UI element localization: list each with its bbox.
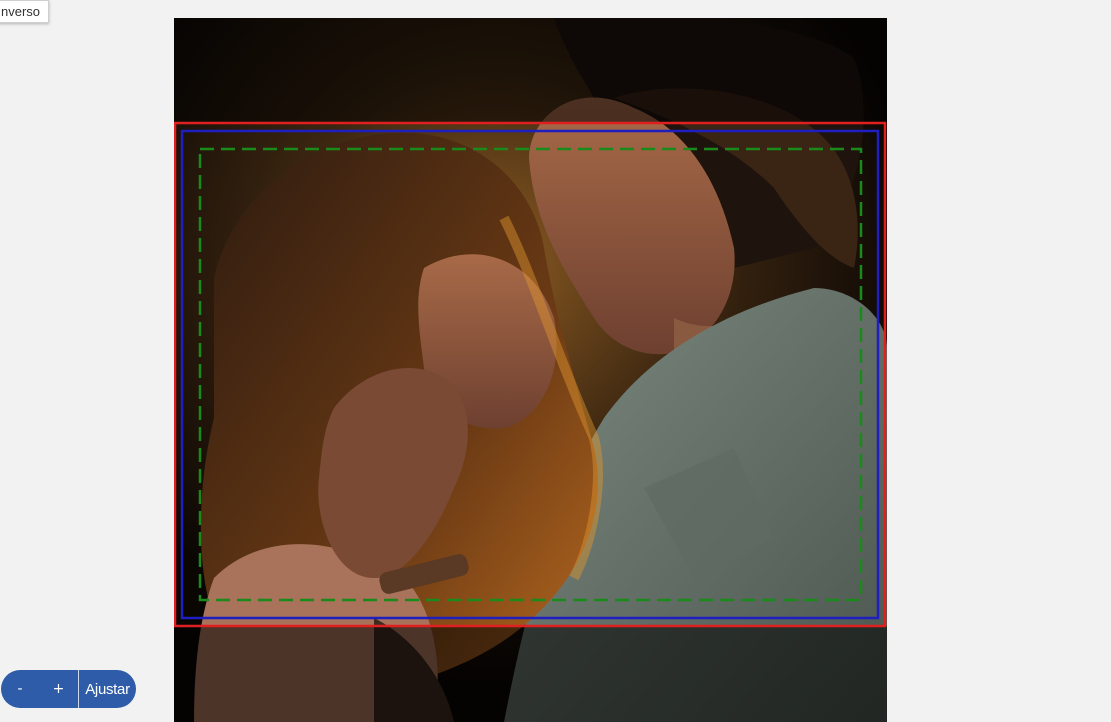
canvas-svg xyxy=(174,18,887,722)
editor-workspace: nverso - + Ajustar xyxy=(0,0,1111,722)
zoom-in-button[interactable]: + xyxy=(39,670,78,708)
outside-area-bottom xyxy=(174,626,887,722)
tooltip-text: nverso xyxy=(1,4,41,19)
outside-area-top xyxy=(174,18,887,122)
tooltip: nverso xyxy=(0,0,50,23)
fit-button[interactable]: Ajustar xyxy=(79,670,136,708)
zoom-controls: - + Ajustar xyxy=(1,670,136,708)
zoom-out-button[interactable]: - xyxy=(1,670,39,708)
design-canvas[interactable] xyxy=(174,18,887,722)
